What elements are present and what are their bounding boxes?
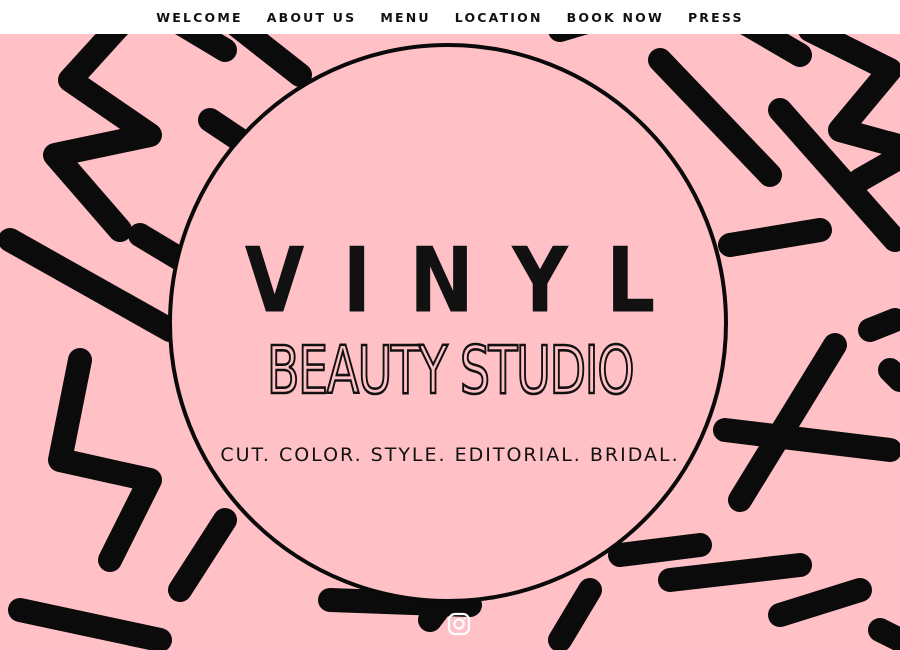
logo-subtitle: BEAUTY STUDIO — [266, 332, 636, 409]
nav-welcome[interactable]: WELCOME — [156, 10, 242, 25]
nav-about-us[interactable]: ABOUT US — [267, 10, 357, 25]
nav-location[interactable]: LOCATION — [455, 10, 543, 25]
tagline: CUT. COLOR. STYLE. EDITORIAL. BRIDAL. — [220, 444, 680, 466]
nav-menu[interactable]: MENU — [380, 10, 430, 25]
top-nav: WELCOME ABOUT US MENU LOCATION BOOK NOW … — [0, 0, 900, 34]
instagram-icon[interactable] — [447, 612, 471, 636]
logo-title: VINYL — [244, 228, 694, 334]
nav-press[interactable]: PRESS — [688, 10, 744, 25]
nav-book-now[interactable]: BOOK NOW — [567, 10, 664, 25]
